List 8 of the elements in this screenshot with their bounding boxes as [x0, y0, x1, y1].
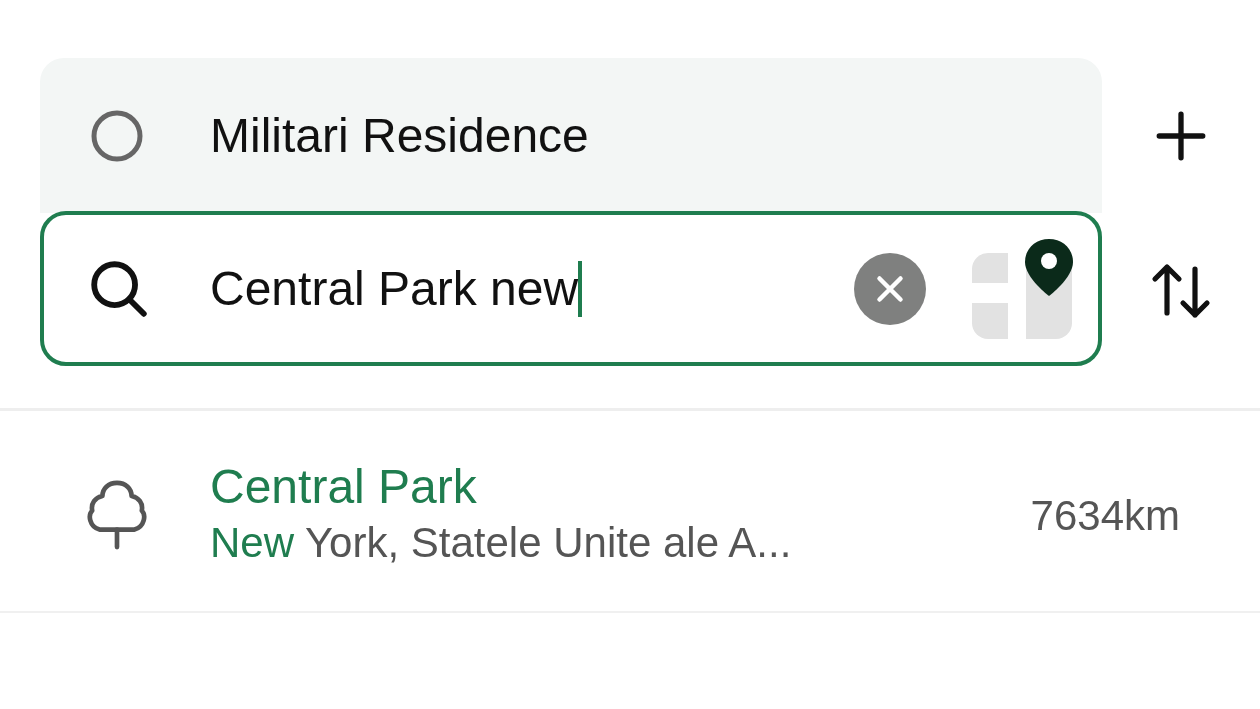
text-cursor: [578, 260, 583, 317]
distance-text: 7634km: [1030, 490, 1180, 541]
origin-field[interactable]: Militari Residence: [40, 58, 1102, 213]
circle-icon: [90, 108, 144, 163]
result-title[interactable]: Central Park: [210, 459, 1031, 515]
result-address: New York, Statele Unite ale A...: [210, 518, 793, 568]
map-pin-icon[interactable]: [970, 236, 1076, 341]
destination-field[interactable]: Central Park new: [40, 211, 1102, 366]
